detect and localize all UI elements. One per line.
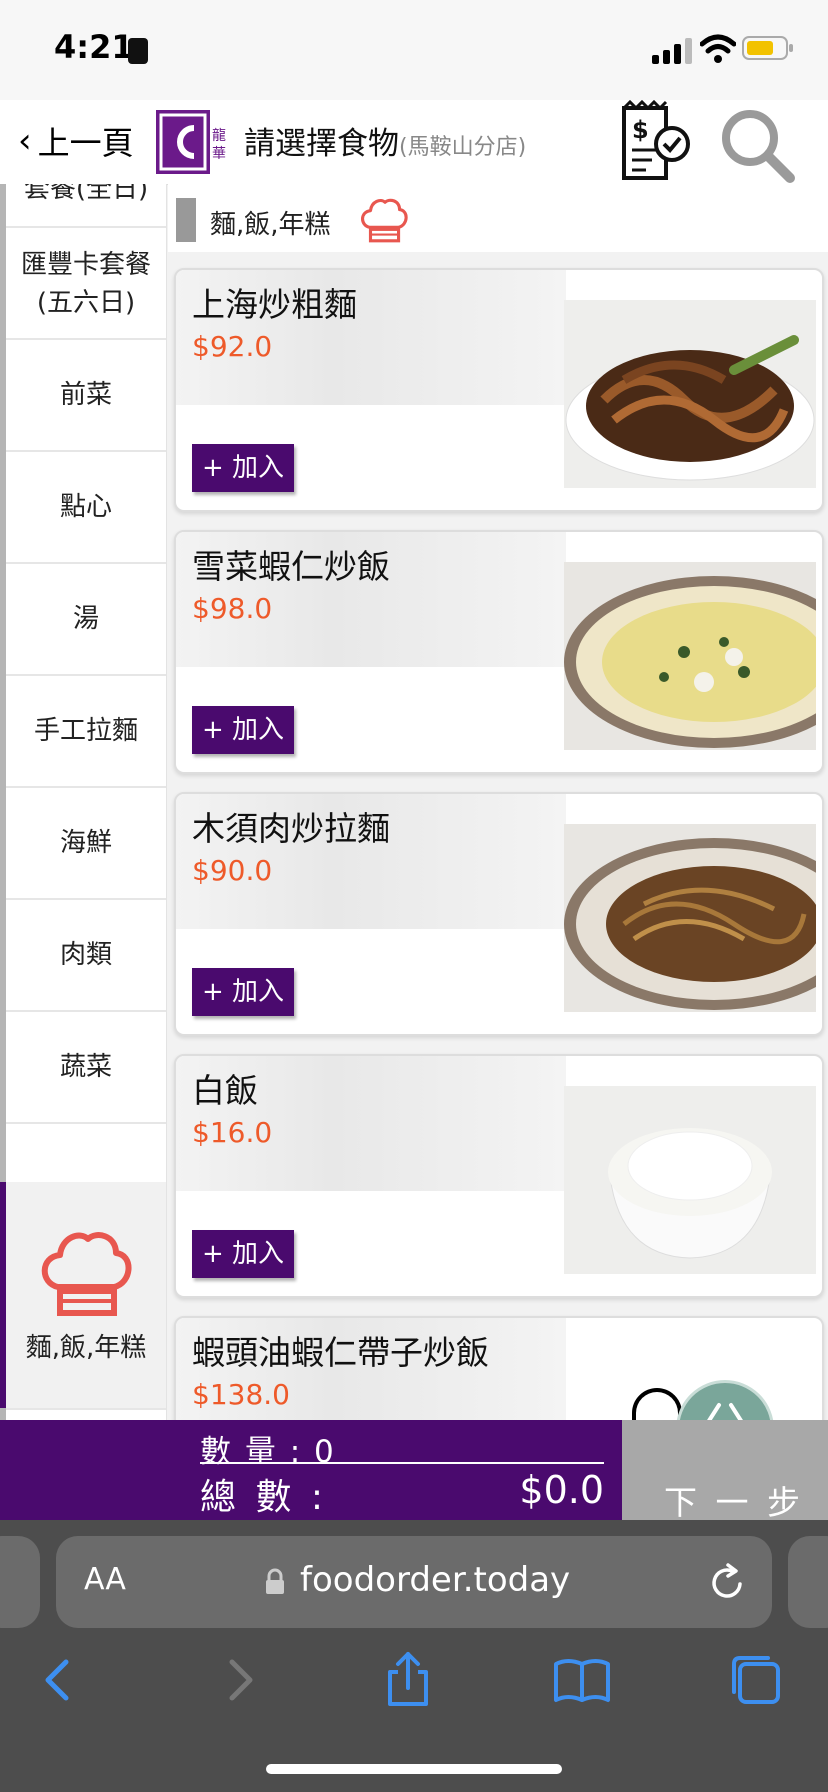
item-photo: [564, 300, 816, 488]
previous-tab[interactable]: [0, 1536, 40, 1628]
reader-options-button[interactable]: AA: [84, 1562, 126, 1597]
category-label: 麵,飯,年糕: [210, 210, 331, 240]
sidebar-item-label: 肉類: [59, 940, 112, 970]
heading-marker: [176, 198, 196, 242]
divider: [200, 1462, 604, 1464]
sidebar-item-dim-sum[interactable]: 點心: [6, 452, 166, 564]
sidebar-item-label: 蔬菜: [59, 1052, 112, 1082]
receipt-icon[interactable]: $: [616, 100, 696, 184]
sidebar-item-meat[interactable]: 肉類: [6, 900, 166, 1012]
focus-icon: [128, 38, 148, 64]
menu-item-card[interactable]: 上海炒粗麵 $92.0 + 加入: [174, 268, 824, 512]
sidebar-item-label: 海鮮: [59, 828, 112, 858]
sidebar-item-set-meal[interactable]: 套餐(全日): [6, 184, 166, 228]
sidebar-item-label: 套餐(全日): [23, 184, 149, 204]
home-indicator: [266, 1764, 562, 1774]
next-tab[interactable]: [788, 1536, 828, 1628]
item-name: 上海炒粗麵: [192, 285, 357, 324]
add-button[interactable]: + 加入: [192, 444, 294, 492]
forward-arrow-icon[interactable]: [208, 1650, 268, 1710]
wifi-icon: [700, 34, 736, 63]
svg-text:$: $: [632, 116, 649, 144]
tabs-icon[interactable]: [726, 1650, 786, 1710]
add-button[interactable]: + 加入: [192, 706, 294, 754]
status-time: 4:21: [54, 28, 134, 66]
item-price: $98.0: [192, 592, 273, 625]
svg-text:華: 華: [212, 146, 226, 162]
back-label: 上一頁: [37, 124, 134, 162]
item-price: $16.0: [192, 1116, 273, 1149]
bookmarks-icon[interactable]: [552, 1650, 612, 1710]
item-price: $90.0: [192, 854, 273, 887]
sidebar-item-label: 匯豐卡套餐(五六日): [20, 250, 151, 318]
add-button[interactable]: + 加入: [192, 1230, 294, 1278]
chef-hat-icon: [361, 198, 408, 243]
sidebar-item-seafood[interactable]: 海鮮: [6, 788, 166, 900]
item-photo: [564, 562, 816, 750]
item-photo: [564, 1086, 816, 1274]
signal-icon: [652, 38, 696, 64]
search-icon[interactable]: [716, 104, 796, 184]
back-arrow-icon[interactable]: [30, 1650, 90, 1710]
sidebar-item-noodles-rice[interactable]: 麵,飯,年糕: [0, 1182, 166, 1410]
item-name: 雪菜蝦仁炒飯: [192, 547, 390, 586]
item-name: 蝦頭油蝦仁帶子炒飯: [192, 1333, 489, 1372]
svg-text:龍: 龍: [212, 127, 226, 144]
total-label: 總 數 :: [200, 1477, 328, 1518]
branch-subtitle: (馬鞍山分店): [399, 135, 527, 160]
order-summary-bar: 數 量 : 0 總 數 : $0.0: [0, 1420, 622, 1520]
sidebar-item-appetizer[interactable]: 前菜: [6, 340, 166, 452]
menu-item-card[interactable]: 白飯 $16.0 + 加入: [174, 1054, 824, 1298]
restaurant-logo: 龍 華: [152, 100, 232, 184]
item-price: $92.0: [192, 330, 273, 363]
sidebar-item-label: 手工拉麵: [33, 716, 138, 746]
add-button[interactable]: + 加入: [192, 968, 294, 1016]
next-step-label: 下 一 步: [664, 1483, 804, 1522]
sidebar-item-label: 前菜: [59, 380, 112, 410]
sidebar-item-label: 麵,飯,年糕: [25, 1333, 147, 1363]
item-price: $138.0: [192, 1378, 290, 1411]
sidebar-item-label: 點心: [59, 492, 112, 522]
sidebar-item-hand-pulled-noodles[interactable]: 手工拉麵: [6, 676, 166, 788]
sidebar-item-label: 湯: [72, 604, 99, 634]
chef-hat-icon: [41, 1232, 132, 1316]
item-photo: [564, 824, 816, 1012]
chevron-left-icon: ‹: [18, 121, 32, 161]
page-title: 請選擇食物(馬鞍山分店): [244, 118, 526, 163]
total-value: $0.0: [519, 1468, 604, 1512]
battery-icon: [742, 36, 793, 60]
share-icon[interactable]: [378, 1650, 438, 1710]
item-name: 木須肉炒拉麵: [192, 809, 390, 848]
menu-item-card[interactable]: 雪菜蝦仁炒飯 $98.0 + 加入: [174, 530, 824, 774]
sidebar-item-soup[interactable]: 湯: [6, 564, 166, 676]
app-header: ‹ 上一頁 龍 華 請選擇食物(馬鞍山分店) $: [0, 100, 828, 185]
reload-icon[interactable]: [706, 1562, 748, 1604]
back-button[interactable]: ‹ 上一頁: [18, 118, 134, 164]
category-sidebar[interactable]: 套餐(全日) 匯豐卡套餐(五六日) 前菜 點心 湯 手工拉麵 海鮮 肉類 蔬菜 …: [0, 184, 167, 1420]
sidebar-item-vegetables[interactable]: 蔬菜: [6, 1012, 166, 1124]
next-step-button[interactable]: 下 一 步: [622, 1420, 828, 1522]
lock-icon: [266, 1568, 284, 1594]
menu-item-card[interactable]: 木須肉炒拉麵 $90.0 + 加入: [174, 792, 824, 1036]
sidebar-item-hsbc-set[interactable]: 匯豐卡套餐(五六日): [6, 230, 166, 340]
title-text: 請選擇食物: [244, 126, 399, 162]
status-bar: 4:21: [0, 0, 828, 100]
quantity-text: 數 量 : 0: [200, 1434, 336, 1470]
url-text: foodorder.today: [300, 1560, 571, 1600]
category-heading: 麵,飯,年糕: [168, 184, 828, 252]
item-name: 白飯: [192, 1071, 258, 1110]
